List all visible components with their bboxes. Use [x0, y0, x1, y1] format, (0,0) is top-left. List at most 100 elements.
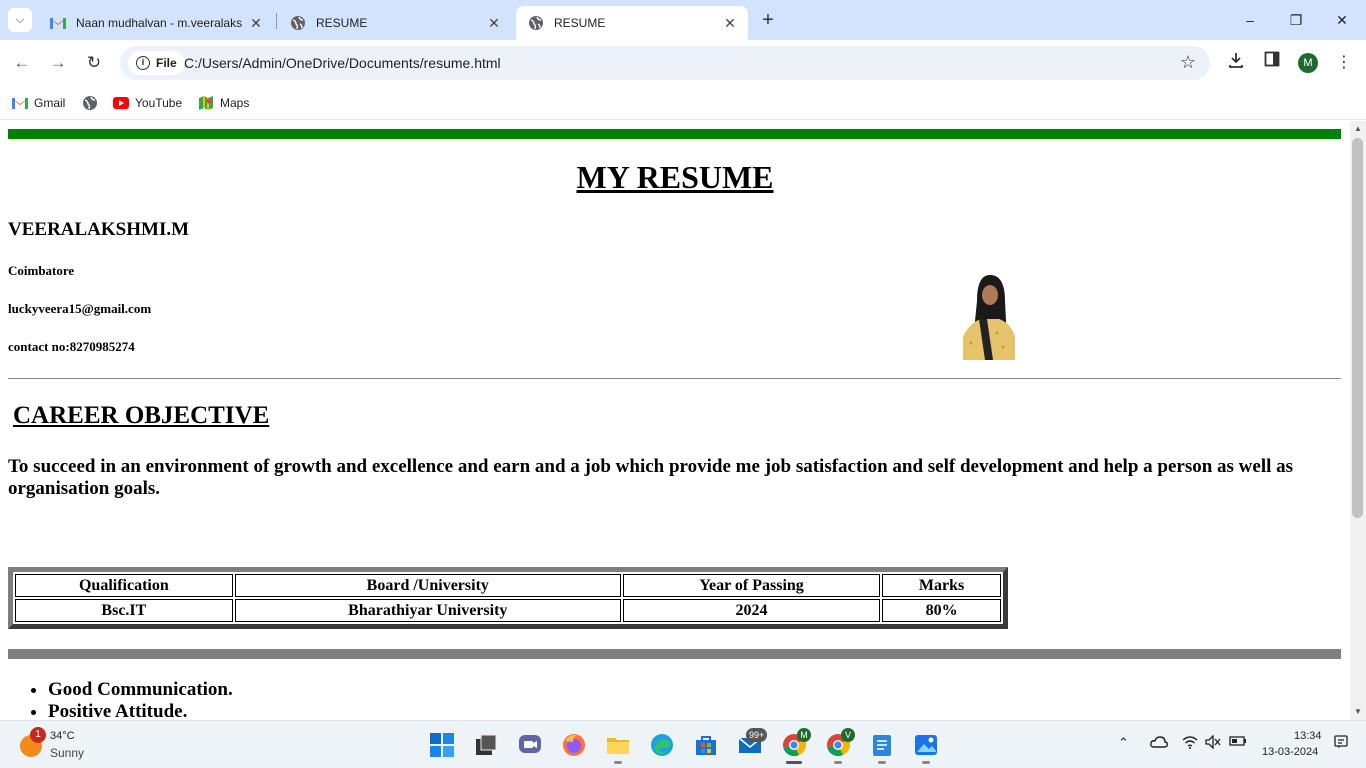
bottom-divider	[8, 649, 1341, 659]
table-cell: 2024	[622, 599, 881, 622]
clock-date[interactable]: 13-03-2024	[1262, 746, 1318, 758]
restore-button[interactable]: ❐	[1284, 8, 1308, 32]
store-icon[interactable]	[693, 732, 719, 758]
bookmark-youtube[interactable]: YouTube	[113, 93, 182, 113]
bookmark-label: Gmail	[34, 96, 66, 110]
back-button[interactable]: ←	[10, 51, 34, 75]
globe-icon	[290, 15, 306, 31]
close-icon[interactable]: ✕	[248, 15, 264, 31]
forward-button[interactable]: →	[46, 51, 70, 75]
table-cell: 80%	[882, 599, 1001, 622]
tab-search-button[interactable]: ⌵	[8, 8, 32, 32]
tab-title: RESUME	[316, 16, 368, 30]
bookmark-label: Maps	[220, 96, 250, 110]
bookmark-globe[interactable]	[82, 93, 104, 113]
tab-title: Naan mudhalvan - m.veeralaksh	[76, 16, 242, 30]
page-title: MY RESUME	[576, 159, 774, 195]
table-header-row: Qualification Board /University Year of …	[15, 574, 1001, 597]
page-viewport: MY RESUME VEERALAKSHMI.M Coimbatore luck…	[0, 121, 1350, 720]
skills-list: Good Communication. Positive Attitude.	[48, 679, 233, 720]
bookmark-label: YouTube	[135, 96, 183, 110]
tab-naan-mudhalvan[interactable]: Naan mudhalvan - m.veeralaksh ✕	[38, 6, 274, 40]
career-objective-heading: CAREER OBJECTIVE	[13, 402, 270, 429]
photos-icon[interactable]	[913, 732, 939, 758]
weather-description[interactable]: Sunny	[50, 746, 84, 760]
chrome-profile-badge: M	[797, 728, 811, 742]
table-cell: Bsc.IT	[15, 599, 233, 622]
youtube-icon	[113, 95, 129, 111]
bookmark-maps[interactable]: Maps	[198, 93, 249, 113]
address-bar[interactable]: i File C:/Users/Admin/OneDrive/Documents…	[120, 46, 1210, 80]
list-item: Positive Attitude.	[48, 701, 233, 720]
bookmark-star-icon[interactable]: ☆	[1180, 52, 1196, 73]
clock-time[interactable]: 13:34	[1294, 730, 1322, 742]
gmail-icon	[50, 15, 66, 31]
download-icon[interactable]	[1224, 51, 1248, 75]
info-icon: i	[136, 56, 150, 70]
notification-icon[interactable]	[1334, 735, 1348, 752]
gmail-icon	[12, 95, 28, 111]
reload-button[interactable]: ↻	[82, 51, 106, 75]
scroll-up-arrow-icon[interactable]: ▲	[1350, 122, 1366, 136]
bookmark-gmail[interactable]: Gmail	[12, 93, 65, 113]
wifi-icon[interactable]	[1182, 735, 1198, 752]
site-info-label: File	[156, 56, 177, 70]
chrome-profile-badge: V	[841, 728, 855, 742]
running-indicator	[922, 761, 930, 764]
globe-icon	[528, 15, 544, 31]
table-header: Marks	[882, 574, 1001, 597]
weather-badge: 1	[30, 727, 46, 743]
candidate-email: luckyveera15@gmail.com	[8, 301, 152, 316]
career-objective-text: To succeed in an environment of growth a…	[8, 456, 1294, 499]
profile-photo	[963, 271, 1015, 360]
tab-resume-2[interactable]: RESUME ✕	[516, 6, 748, 40]
tab-resume-1[interactable]: RESUME ✕	[278, 6, 512, 40]
url-text[interactable]: C:/Users/Admin/OneDrive/Documents/resume…	[184, 55, 501, 71]
profile-avatar[interactable]: M	[1298, 53, 1318, 73]
window-close-button[interactable]: ✕	[1330, 8, 1354, 32]
mail-badge: 99+	[746, 728, 768, 742]
side-panel-icon[interactable]	[1260, 51, 1284, 75]
windows-taskbar: 1 34°C Sunny 99+ M V ⌃ 13:34 13-03-2024	[0, 720, 1366, 768]
candidate-name: VEERALAKSHMI.M	[8, 219, 190, 240]
edge-icon[interactable]	[649, 732, 675, 758]
notepad-icon[interactable]	[869, 732, 895, 758]
table-row: Bsc.IT Bharathiyar University 2024 80%	[15, 599, 1001, 622]
close-icon[interactable]: ✕	[486, 15, 502, 31]
new-tab-button[interactable]: +	[758, 10, 778, 30]
cloud-sync-icon[interactable]	[1150, 735, 1168, 752]
bookmarks-bar: Gmail YouTube Maps	[0, 86, 1366, 120]
running-indicator	[878, 761, 886, 764]
minimize-button[interactable]: –	[1238, 8, 1262, 32]
site-info-chip[interactable]: i File	[128, 51, 185, 75]
candidate-city: Coimbatore	[8, 263, 75, 278]
top-divider	[8, 129, 1341, 139]
close-icon[interactable]: ✕	[722, 15, 738, 31]
menu-kebab-icon[interactable]: ⋮	[1332, 51, 1356, 75]
chat-app-icon[interactable]	[517, 732, 543, 758]
file-explorer-icon[interactable]	[605, 732, 631, 758]
tab-title: RESUME	[554, 16, 606, 30]
windows-start-icon[interactable]	[429, 732, 455, 758]
candidate-contact: contact no:8270985274	[8, 339, 135, 354]
qualification-table: Qualification Board /University Year of …	[8, 567, 1008, 629]
tab-divider	[276, 13, 277, 29]
firefox-icon[interactable]	[561, 732, 587, 758]
active-indicator	[786, 761, 802, 764]
weather-temperature[interactable]: 34°C	[50, 730, 75, 742]
chevron-down-icon: ⌵	[15, 13, 25, 26]
browser-toolbar: ← → ↻ i File C:/Users/Admin/OneDrive/Doc…	[0, 40, 1366, 86]
maps-icon	[198, 95, 214, 111]
scroll-down-arrow-icon[interactable]: ▼	[1350, 705, 1366, 719]
volume-muted-icon[interactable]	[1205, 734, 1221, 752]
scrollbar-thumb[interactable]	[1352, 138, 1363, 518]
table-header: Board /University	[234, 574, 621, 597]
chevron-up-icon[interactable]: ⌃	[1118, 735, 1129, 751]
list-item: Good Communication.	[48, 679, 233, 701]
running-indicator	[614, 761, 622, 764]
table-cell: Bharathiyar University	[234, 599, 621, 622]
section-divider	[8, 378, 1341, 379]
battery-icon[interactable]	[1229, 735, 1247, 750]
running-indicator	[834, 761, 842, 764]
task-view-icon[interactable]	[473, 732, 499, 758]
